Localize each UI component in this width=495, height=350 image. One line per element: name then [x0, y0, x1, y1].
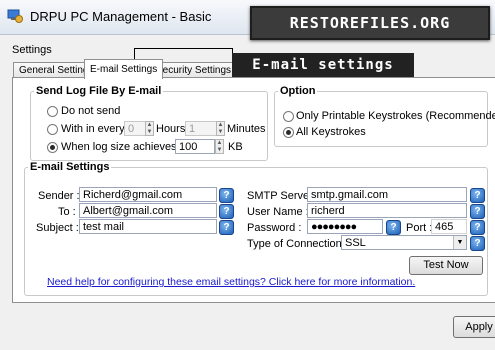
email-settings-callout: E-mail settings	[232, 53, 414, 77]
password-help-icon[interactable]: ?	[386, 220, 401, 235]
sender-label: Sender :	[38, 190, 80, 202]
port-input[interactable]: 465	[431, 219, 467, 234]
within-every-radio[interactable]	[47, 124, 58, 135]
test-now-button[interactable]: Test Now	[409, 256, 483, 275]
printable-keystrokes-label: Only Printable Keystrokes (Recommended)	[296, 110, 495, 122]
window-title: DRPU PC Management - Basic	[30, 9, 212, 24]
all-keystrokes-radio[interactable]	[283, 127, 294, 138]
chevron-down-icon: ▼	[453, 236, 466, 249]
subject-input[interactable]: test mail	[79, 219, 217, 234]
subject-label: Subject :	[36, 222, 79, 234]
option-legend: Option	[280, 85, 316, 97]
hours-input[interactable]: 0	[124, 121, 146, 136]
email-help-link[interactable]: Need help for configuring these email se…	[47, 276, 415, 288]
sender-help-icon[interactable]: ?	[219, 188, 234, 203]
subject-help-icon[interactable]: ?	[219, 220, 234, 235]
settings-label: Settings	[12, 44, 52, 56]
all-keystrokes-label: All Keystrokes	[296, 126, 366, 138]
to-input[interactable]: Albert@gmail.com	[79, 203, 217, 218]
hours-label: Hours	[156, 123, 186, 135]
sender-input[interactable]: Richerd@gmail.com	[79, 187, 217, 202]
send-log-legend: Send Log File By E-mail	[36, 85, 162, 97]
do-not-send-label: Do not send	[61, 105, 121, 117]
smtp-help-icon[interactable]: ?	[470, 188, 485, 203]
password-input[interactable]: ●●●●●●●●	[307, 219, 383, 234]
user-name-label: User Name :	[247, 206, 309, 218]
connection-type-value: SSL	[345, 237, 366, 249]
to-help-icon[interactable]: ?	[219, 204, 234, 219]
minutes-label: Minutes	[227, 123, 266, 135]
connection-type-label: Type of Connection :	[247, 238, 348, 250]
user-name-input[interactable]: richerd	[307, 203, 467, 218]
log-size-unit: KB	[228, 141, 243, 153]
log-size-spinner[interactable]: ▲ ▼	[215, 139, 224, 154]
connection-type-select[interactable]: SSL ▼	[341, 235, 467, 250]
do-not-send-radio[interactable]	[47, 106, 58, 117]
when-log-size-label: When log size achieves	[61, 141, 177, 153]
log-size-input[interactable]: 100	[175, 139, 215, 154]
app-icon	[7, 9, 23, 23]
within-every-label: With in every	[61, 123, 125, 135]
minutes-input[interactable]: 1	[185, 121, 217, 136]
email-settings-legend: E-mail Settings	[30, 161, 110, 173]
to-label: To :	[58, 206, 76, 218]
smtp-server-input[interactable]: smtp.gmail.com	[307, 187, 467, 202]
port-help-icon[interactable]: ?	[470, 220, 485, 235]
watermark-banner: RESTOREFILES.ORG	[250, 6, 490, 40]
connection-help-icon[interactable]: ?	[470, 236, 485, 251]
apply-button[interactable]: Apply	[453, 316, 495, 338]
when-log-size-radio[interactable]	[47, 142, 58, 153]
user-name-help-icon[interactable]: ?	[470, 204, 485, 219]
port-label: Port :	[406, 222, 433, 234]
printable-keystrokes-radio[interactable]	[283, 111, 294, 122]
password-label: Password :	[247, 222, 302, 234]
hours-spinner[interactable]: ▲ ▼	[145, 121, 154, 136]
minutes-spinner[interactable]: ▲ ▼	[216, 121, 225, 136]
tab-email-settings[interactable]: E-mail Settings	[84, 59, 164, 79]
